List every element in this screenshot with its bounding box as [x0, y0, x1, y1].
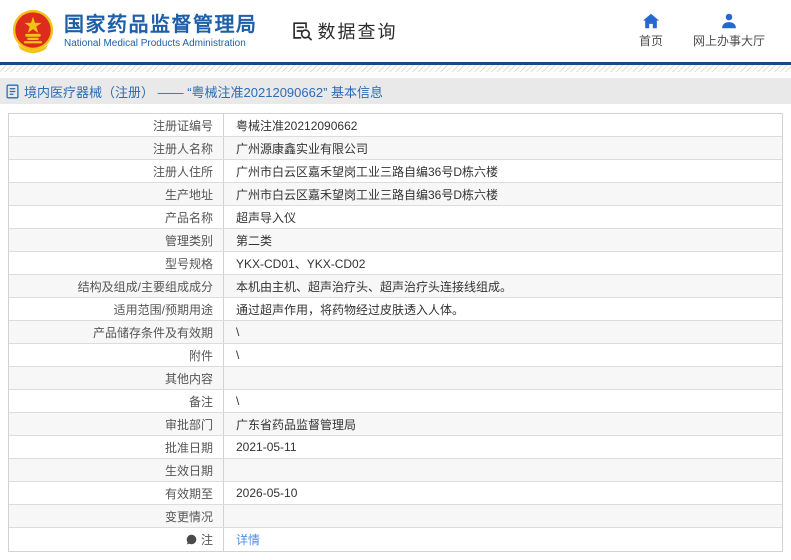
table-row: 附件 \ — [9, 344, 782, 367]
row-value: 本机由主机、超声治疗头、超声治疗头连接线组成。 — [236, 279, 513, 294]
row-label: 生效日期 — [9, 459, 224, 481]
row-label-text: 产品名称 — [164, 210, 213, 225]
row-label: 批准日期 — [9, 436, 224, 458]
table-row: 注册人名称 广州源康鑫实业有限公司 — [9, 137, 782, 160]
org-name-en: National Medical Products Administration — [64, 37, 246, 49]
row-value: 广东省药品监督管理局 — [236, 417, 357, 432]
stripe-band — [0, 65, 791, 72]
row-label-text: 有效期至 — [164, 486, 213, 501]
person-icon — [720, 13, 738, 29]
national-emblem-icon — [10, 8, 56, 54]
row-label: 产品名称 — [9, 206, 224, 228]
table-row: 有效期至 2026-05-10 — [9, 482, 782, 505]
row-value: 广州市白云区嘉禾望岗工业三路自编36号D栋六楼 — [236, 187, 499, 202]
document-icon — [6, 84, 19, 99]
row-label: 注册人住所 — [9, 160, 224, 182]
row-value: 详情 — [224, 528, 782, 551]
row-value: \ — [236, 394, 240, 408]
row-value: YKX-CD01、YKX-CD02 — [236, 256, 366, 271]
row-label: 适用范围/预期用途 — [9, 298, 224, 320]
table-row: 批准日期 2021-05-11 — [9, 436, 782, 459]
table-row: 适用范围/预期用途 通过超声作用，将药物经过皮肤透入人体。 — [9, 298, 782, 321]
row-label-text: 其他内容 — [164, 371, 213, 386]
row-label-text: 管理类别 — [164, 233, 213, 248]
row-value — [224, 367, 782, 389]
nav-service-hall-label: 网上办事大厅 — [692, 34, 765, 48]
row-label-text: 批准日期 — [164, 440, 213, 455]
row-value — [224, 505, 782, 527]
row-label: 有效期至 — [9, 482, 224, 504]
page-title: 境内医疗器械（注册） —— “粤械注准20212090662” 基本信息 — [24, 84, 384, 100]
row-label-text: 注册证编号 — [152, 118, 213, 133]
row-label-text: 适用范围/预期用途 — [113, 302, 213, 317]
row-label: 生产地址 — [9, 183, 224, 205]
info-table: 注册证编号 粤械注准20212090662 注册人名称 广州源康鑫实业有限公司 … — [8, 113, 783, 552]
table-row: 产品储存条件及有效期 \ — [9, 321, 782, 344]
brand: 国家药品监督管理局 National Medical Products Admi… — [10, 8, 258, 54]
row-label-text: 附件 — [188, 348, 213, 363]
row-label: 附件 — [9, 344, 224, 366]
row-label: 产品储存条件及有效期 — [9, 321, 224, 343]
row-label-text: 生效日期 — [164, 463, 213, 478]
breadcrumb: 境内医疗器械（注册） —— “粤械注准20212090662” 基本信息 — [0, 78, 791, 104]
row-value: 通过超声作用，将药物经过皮肤透入人体。 — [236, 302, 465, 317]
data-query-label: 数据查询 — [317, 22, 398, 42]
table-row: 注册人住所 广州市白云区嘉禾望岗工业三路自编36号D栋六楼 — [9, 160, 782, 183]
row-label: 注册证编号 — [9, 114, 224, 136]
row-label: 管理类别 — [9, 229, 224, 251]
table-row: 生产地址 广州市白云区嘉禾望岗工业三路自编36号D栋六楼 — [9, 183, 782, 206]
table-row: 产品名称 超声导入仪 — [9, 206, 782, 229]
row-value: \ — [236, 325, 240, 339]
nav-service-hall[interactable]: 网上办事大厅 — [693, 13, 765, 49]
row-label: 型号规格 — [9, 252, 224, 274]
row-value: 粤械注准20212090662 — [236, 118, 358, 133]
site-header: 国家药品监督管理局 National Medical Products Admi… — [0, 0, 791, 62]
data-query-link[interactable]: 数据查询 — [290, 18, 398, 44]
home-icon — [642, 13, 660, 29]
row-label: 注 — [9, 528, 224, 551]
row-label-text: 生产地址 — [164, 187, 213, 202]
row-label-text: 审批部门 — [164, 417, 213, 432]
table-row: 其他内容 — [9, 367, 782, 390]
row-label: 备注 — [9, 390, 224, 412]
brand-text: 国家药品监督管理局 National Medical Products Admi… — [64, 14, 258, 49]
note-icon — [186, 534, 197, 545]
row-value: 广州源康鑫实业有限公司 — [236, 141, 369, 156]
row-value — [224, 459, 782, 481]
row-label: 结构及组成/主要组成成分 — [9, 275, 224, 297]
table-row: 生效日期 — [9, 459, 782, 482]
row-value: 2021-05-11 — [236, 440, 297, 454]
table-row: 结构及组成/主要组成成分 本机由主机、超声治疗头、超声治疗头连接线组成。 — [9, 275, 782, 298]
row-value: 广州市白云区嘉禾望岗工业三路自编36号D栋六楼 — [236, 164, 499, 179]
table-row: 注册证编号 粤械注准20212090662 — [9, 114, 782, 137]
row-label: 其他内容 — [9, 367, 224, 389]
row-label-text: 型号规格 — [164, 256, 213, 271]
row-value: \ — [236, 348, 240, 362]
row-label: 变更情况 — [9, 505, 224, 527]
row-label-text: 注 — [200, 533, 213, 547]
table-row: 注 详情 — [9, 528, 782, 551]
row-label-text: 注册人名称 — [152, 141, 213, 156]
table-row: 管理类别 第二类 — [9, 229, 782, 252]
nav-home[interactable]: 首页 — [639, 13, 663, 49]
nav-home-label: 首页 — [638, 34, 663, 48]
table-row: 审批部门 广东省药品监督管理局 — [9, 413, 782, 436]
org-name-cn: 国家药品监督管理局 — [64, 13, 258, 36]
table-row: 变更情况 — [9, 505, 782, 528]
table-row: 备注 \ — [9, 390, 782, 413]
row-label: 注册人名称 — [9, 137, 224, 159]
row-label-text: 产品储存条件及有效期 — [92, 325, 213, 340]
row-value: 2026-05-10 — [236, 486, 298, 500]
row-label: 审批部门 — [9, 413, 224, 435]
detail-link[interactable]: 详情 — [236, 531, 260, 548]
row-label-text: 变更情况 — [164, 509, 213, 524]
row-label-text: 备注 — [188, 394, 213, 409]
top-nav: 首页 网上办事大厅 — [639, 13, 779, 49]
doc-search-icon — [290, 20, 312, 42]
row-value: 超声导入仪 — [236, 210, 297, 225]
row-label-text: 结构及组成/主要组成成分 — [77, 279, 213, 294]
row-value: 第二类 — [236, 233, 273, 248]
row-label-text: 注册人住所 — [152, 164, 213, 179]
table-row: 型号规格 YKX-CD01、YKX-CD02 — [9, 252, 782, 275]
